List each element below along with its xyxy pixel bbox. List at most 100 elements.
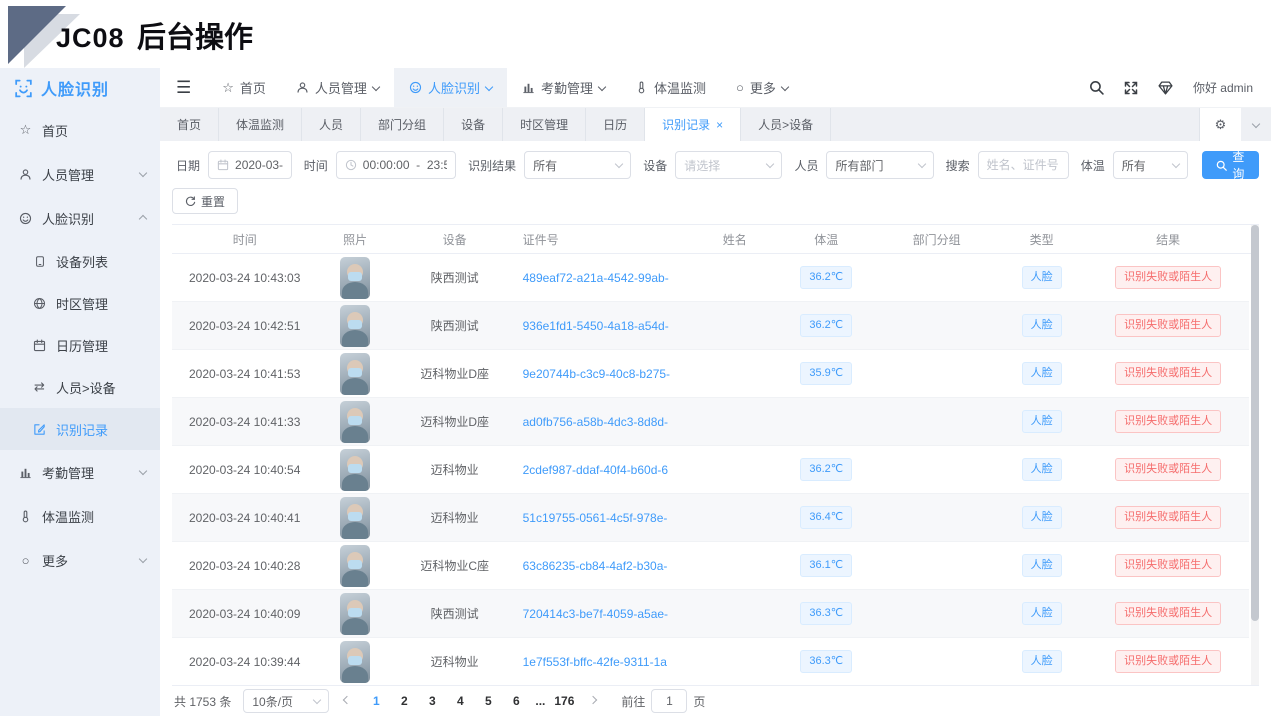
sidebar-item-face-recognition[interactable]: 人脸识别 [0, 196, 160, 240]
tab-recognition-records[interactable]: 识别记录 × [645, 108, 741, 141]
tab-department-groups[interactable]: 部门分组 [361, 108, 444, 141]
close-tab-icon[interactable]: × [716, 119, 723, 131]
sidebar-item-home[interactable]: ☆ 首页 [0, 108, 160, 152]
sidebar-subitem-timezone[interactable]: 时区管理 [0, 282, 160, 324]
tab-calendar[interactable]: 日历 [586, 108, 645, 141]
time-range-input[interactable] [336, 151, 456, 179]
cert-id-link[interactable]: 63c86235-cb84-4af2-b30a- [523, 559, 668, 573]
sidebar-subitem-label: 时区管理 [56, 294, 108, 313]
sidebar-subitem-recognition-records[interactable]: 识别记录 [0, 408, 160, 450]
result-badge: 识别失败或陌生人 [1115, 410, 1221, 433]
next-page-icon[interactable] [581, 689, 605, 713]
nav-item-face-recognition[interactable]: 人脸识别 [394, 68, 507, 107]
capture-photo[interactable] [340, 641, 370, 683]
cert-id-link[interactable]: 2cdef987-ddaf-40f4-b60d-6 [523, 463, 668, 477]
person-select[interactable]: 所有部门 [826, 151, 933, 179]
sidebar-subitem-calendar[interactable]: 日历管理 [0, 324, 160, 366]
type-badge: 人脸 [1022, 602, 1062, 625]
nav-item-attendance[interactable]: 考勤管理 [507, 68, 620, 107]
tab-person-device[interactable]: 人员>设备 [741, 108, 831, 141]
device-select[interactable]: 请选择 [675, 151, 782, 179]
goto-label: 前往 [621, 693, 645, 710]
chevron-down-icon [598, 82, 606, 90]
search-input[interactable] [978, 151, 1069, 179]
result-select[interactable]: 所有 [524, 151, 631, 179]
collapse-menu-icon[interactable]: ☰ [160, 68, 207, 107]
table-row: 2020-03-24 10:43:03 陕西测试 489eaf72-a21a-4… [172, 254, 1249, 302]
sidebar-item-attendance[interactable]: 考勤管理 [0, 450, 160, 494]
cert-id-link[interactable]: ad0fb756-a58b-4dc3-8d8d- [523, 415, 668, 429]
page-number-2[interactable]: 2 [393, 689, 415, 713]
tab-timezone[interactable]: 时区管理 [503, 108, 586, 141]
main-area: 首页 体温监测 人员 部门分组 设备 时区管理 日历 识别记录 × 人员>设备 … [160, 108, 1271, 716]
gem-icon[interactable] [1158, 81, 1173, 95]
sidebar-item-temperature[interactable]: 体温监测 [0, 494, 160, 538]
tab-list-chevron-icon[interactable] [1241, 121, 1271, 129]
search-input-field[interactable] [987, 158, 1060, 172]
cert-id-link[interactable]: 720414c3-be7f-4059-a5ae- [523, 607, 668, 621]
nav-item-personnel[interactable]: 人员管理 [281, 68, 394, 107]
page-number-5[interactable]: 5 [477, 689, 499, 713]
tab-home[interactable]: 首页 [160, 108, 219, 141]
page-ellipsis[interactable]: ... [533, 694, 547, 708]
sidebar-item-more[interactable]: ○ 更多 [0, 538, 160, 582]
capture-photo[interactable] [340, 593, 370, 635]
date-input[interactable] [208, 151, 292, 179]
fullscreen-icon[interactable] [1124, 81, 1138, 95]
result-badge: 识别失败或陌生人 [1115, 602, 1221, 625]
sidebar-item-label: 体温监测 [42, 507, 94, 526]
sidebar-subitem-person-device[interactable]: ⇄ 人员>设备 [0, 366, 160, 408]
user-greeting[interactable]: 你好 admin [1193, 79, 1253, 96]
type-badge: 人脸 [1022, 650, 1062, 673]
time-range-field[interactable] [363, 158, 447, 172]
nav-item-temperature[interactable]: 体温监测 [620, 68, 721, 107]
query-button[interactable]: 查询 [1202, 151, 1259, 179]
tab-label: 体温监测 [236, 116, 284, 133]
cert-id-link[interactable]: 489eaf72-a21a-4542-99ab- [523, 271, 669, 285]
page-number-last[interactable]: 176 [553, 689, 575, 713]
chevron-down-icon [781, 82, 789, 90]
reset-button[interactable]: 重置 [172, 188, 238, 214]
nav-item-more[interactable]: ○ 更多 [721, 68, 803, 107]
capture-photo[interactable] [340, 353, 370, 395]
capture-photo[interactable] [340, 401, 370, 443]
capture-photo[interactable] [340, 449, 370, 491]
tab-persons[interactable]: 人员 [302, 108, 361, 141]
table-row: 2020-03-24 10:41:53 迈科物业D座 9e20744b-c3c9… [172, 350, 1249, 398]
date-input-field[interactable] [235, 158, 283, 172]
page-number-3[interactable]: 3 [421, 689, 443, 713]
capture-photo[interactable] [340, 305, 370, 347]
page-size-select[interactable]: 10条/页 [243, 689, 329, 713]
page-number-6[interactable]: 6 [505, 689, 527, 713]
edit-icon [32, 423, 47, 436]
chevron-down-icon [766, 160, 774, 168]
cert-id-link[interactable]: 9e20744b-c3c9-40c8-b275- [523, 367, 670, 381]
cert-id-link[interactable]: 1e7f553f-bffc-42fe-9311-1a [523, 655, 667, 669]
page-number-1[interactable]: 1 [365, 689, 387, 713]
temp-select[interactable]: 所有 [1113, 151, 1188, 179]
tab-temperature[interactable]: 体温监测 [219, 108, 302, 141]
tab-devices[interactable]: 设备 [444, 108, 503, 141]
goto-page-input[interactable] [651, 689, 687, 713]
search-icon[interactable] [1089, 80, 1104, 95]
sidebar-subitem-device-list[interactable]: 设备列表 [0, 240, 160, 282]
circle-icon: ○ [736, 80, 744, 95]
temp-filter-label: 体温 [1081, 157, 1105, 174]
result-badge: 识别失败或陌生人 [1115, 650, 1221, 673]
scrollbar-thumb[interactable] [1251, 225, 1259, 621]
capture-photo[interactable] [340, 257, 370, 299]
capture-photo[interactable] [340, 497, 370, 539]
tab-settings-gear-icon[interactable]: ⚙ [1199, 108, 1241, 141]
prev-page-icon[interactable] [335, 689, 359, 713]
page-number-4[interactable]: 4 [449, 689, 471, 713]
capture-photo[interactable] [340, 545, 370, 587]
tab-label: 人员 [319, 116, 343, 133]
cert-id-link[interactable]: 51c19755-0561-4c5f-978e- [523, 511, 668, 525]
sidebar-subitem-label: 识别记录 [56, 420, 108, 439]
nav-item-home[interactable]: ☆ 首页 [207, 68, 281, 107]
sidebar-item-personnel[interactable]: 人员管理 [0, 152, 160, 196]
cert-id-link[interactable]: 936e1fd1-5450-4a18-a54d- [523, 319, 669, 333]
cell-device: 迈科物业C座 [393, 557, 517, 574]
nav-item-label: 人脸识别 [428, 78, 480, 97]
sidebar-subitem-label: 设备列表 [56, 252, 108, 271]
